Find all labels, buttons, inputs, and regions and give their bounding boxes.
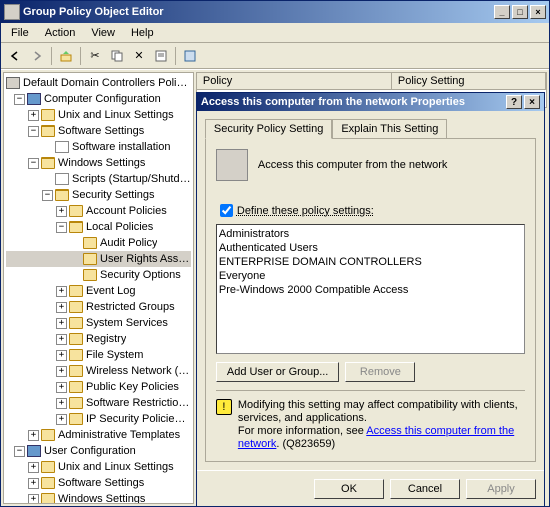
menu-file[interactable]: File xyxy=(3,25,37,41)
titlebar: Group Policy Object Editor _ □ × xyxy=(1,1,549,23)
menu-help[interactable]: Help xyxy=(123,25,162,41)
forward-button[interactable] xyxy=(27,46,47,66)
cancel-button[interactable]: Cancel xyxy=(390,479,460,499)
minimize-button[interactable]: _ xyxy=(494,5,510,19)
warning-box: ! Modifying this setting may affect comp… xyxy=(216,390,525,451)
tree-unix-linux2[interactable]: +Unix and Linux Settings xyxy=(6,459,191,475)
menubar: File Action View Help xyxy=(1,23,549,43)
delete-icon[interactable]: ✕ xyxy=(129,46,149,66)
warning-text: Modifying this setting may affect compat… xyxy=(238,399,525,451)
tree-view[interactable]: Default Domain Controllers Policy [w2k3-… xyxy=(3,72,194,504)
maximize-button[interactable]: □ xyxy=(512,5,528,19)
tree-software-settings[interactable]: −Software Settings xyxy=(6,123,191,139)
window-title: Group Policy Object Editor xyxy=(23,6,492,18)
dialog-title: Access this computer from the network Pr… xyxy=(201,96,465,108)
tree-local-policies[interactable]: −Local Policies xyxy=(6,219,191,235)
right-pane: Policy Policy Setting Access this comput… xyxy=(196,72,547,504)
tree-software-restriction[interactable]: +Software Restriction Policies xyxy=(6,395,191,411)
tree-public-key[interactable]: +Public Key Policies xyxy=(6,379,191,395)
tree-root[interactable]: Default Domain Controllers Policy [w2k3-… xyxy=(6,75,191,91)
define-checkbox-label: Define these policy settings: xyxy=(237,205,374,217)
list-item[interactable]: Authenticated Users xyxy=(219,241,522,255)
tab-explain[interactable]: Explain This Setting xyxy=(332,119,447,138)
col-setting[interactable]: Policy Setting xyxy=(392,73,546,89)
properties-icon[interactable] xyxy=(151,46,171,66)
tree-restricted-groups[interactable]: +Restricted Groups xyxy=(6,299,191,315)
list-item[interactable]: ENTERPRISE DOMAIN CONTROLLERS xyxy=(219,255,522,269)
tree-event-log[interactable]: +Event Log xyxy=(6,283,191,299)
col-policy[interactable]: Policy xyxy=(197,73,392,89)
list-item[interactable]: Everyone xyxy=(219,269,522,283)
remove-button[interactable]: Remove xyxy=(345,362,415,382)
menu-view[interactable]: View xyxy=(83,25,123,41)
main-window: Group Policy Object Editor _ □ × File Ac… xyxy=(0,0,550,507)
dialog-close-button[interactable]: × xyxy=(524,95,540,109)
tree-software-install[interactable]: Software installation xyxy=(6,139,191,155)
ok-button[interactable]: OK xyxy=(314,479,384,499)
tree-account-policies[interactable]: +Account Policies xyxy=(6,203,191,219)
tree-audit-policy[interactable]: Audit Policy xyxy=(6,235,191,251)
tree-user-rights[interactable]: User Rights Assignment xyxy=(6,251,191,267)
back-button[interactable] xyxy=(5,46,25,66)
properties-dialog: Access this computer from the network Pr… xyxy=(196,92,545,506)
tree-computer-config[interactable]: −Computer Configuration xyxy=(6,91,191,107)
tab-security[interactable]: Security Policy Setting xyxy=(205,119,332,139)
list-item[interactable]: Administrators xyxy=(219,227,522,241)
refresh-icon[interactable] xyxy=(180,46,200,66)
listbox-buttons: Add User or Group... Remove xyxy=(216,362,525,382)
dialog-help-button[interactable]: ? xyxy=(506,95,522,109)
cut-icon[interactable]: ✂ xyxy=(85,46,105,66)
tab-panel: Access this computer from the network De… xyxy=(205,138,536,462)
content-area: Default Domain Controllers Policy [w2k3-… xyxy=(1,69,549,506)
tree-system-services[interactable]: +System Services xyxy=(6,315,191,331)
tree-unix-linux[interactable]: +Unix and Linux Settings xyxy=(6,107,191,123)
users-listbox[interactable]: Administrators Authenticated Users ENTER… xyxy=(216,224,525,354)
tree-file-system[interactable]: +File System xyxy=(6,347,191,363)
policy-name-label: Access this computer from the network xyxy=(258,159,448,171)
add-user-button[interactable]: Add User or Group... xyxy=(216,362,340,382)
tabs: Security Policy Setting Explain This Set… xyxy=(205,119,536,138)
up-button[interactable] xyxy=(56,46,76,66)
tree-windows-settings[interactable]: −Windows Settings xyxy=(6,155,191,171)
tree-wireless[interactable]: +Wireless Network (IEEE 802. xyxy=(6,363,191,379)
tree-user-config[interactable]: −User Configuration xyxy=(6,443,191,459)
tree-scripts[interactable]: Scripts (Startup/Shutdown) xyxy=(6,171,191,187)
define-checkbox-row: Define these policy settings: xyxy=(216,201,525,220)
define-checkbox[interactable] xyxy=(220,204,233,217)
apply-button[interactable]: Apply xyxy=(466,479,536,499)
list-header: Policy Policy Setting xyxy=(196,72,547,90)
tree-windows-settings2[interactable]: +Windows Settings xyxy=(6,491,191,504)
policy-icon-large xyxy=(216,149,248,181)
list-item[interactable]: Pre-Windows 2000 Compatible Access xyxy=(219,283,522,297)
policy-header: Access this computer from the network xyxy=(216,149,525,189)
warning-icon: ! xyxy=(216,399,232,415)
dialog-buttons: OK Cancel Apply xyxy=(197,470,544,506)
tree-software-settings2[interactable]: +Software Settings xyxy=(6,475,191,491)
copy-icon[interactable] xyxy=(107,46,127,66)
tree-registry[interactable]: +Registry xyxy=(6,331,191,347)
app-icon xyxy=(4,4,20,20)
tree-ip-security[interactable]: +IP Security Policies on Active xyxy=(6,411,191,427)
toolbar: ✂ ✕ xyxy=(1,43,549,69)
close-button[interactable]: × xyxy=(530,5,546,19)
menu-action[interactable]: Action xyxy=(37,25,84,41)
tree-security-options[interactable]: Security Options xyxy=(6,267,191,283)
tree-admin-templates[interactable]: +Administrative Templates xyxy=(6,427,191,443)
tree-security-settings[interactable]: −Security Settings xyxy=(6,187,191,203)
dialog-body: Security Policy Setting Explain This Set… xyxy=(197,111,544,470)
dialog-titlebar: Access this computer from the network Pr… xyxy=(197,93,544,111)
